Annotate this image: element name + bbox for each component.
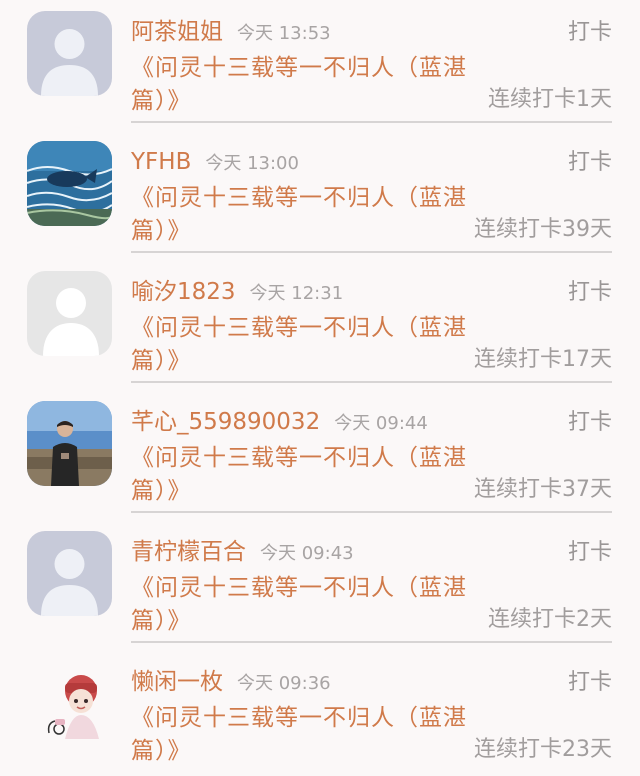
divider (131, 381, 612, 383)
user-name[interactable]: 青柠檬百合 今天 09:43 (131, 536, 354, 570)
streak-count: 连续打卡23天 (474, 737, 612, 762)
checkin-label: 打卡 (567, 20, 612, 45)
checkin-label: 打卡 (567, 540, 612, 565)
post-time: 今天 12:31 (249, 283, 344, 304)
user-name-text[interactable]: YFHB (131, 149, 191, 175)
divider (131, 121, 612, 123)
streak-count: 连续打卡1天 (488, 87, 612, 112)
feed-item[interactable]: 青柠檬百合 今天 09:43 打卡 《问灵十三载等一不归人（蓝湛篇）》 连续打卡2… (0, 520, 640, 650)
checkin-label: 打卡 (567, 280, 612, 305)
checkin-content[interactable]: 《问灵十三载等一不归人（蓝湛篇）》 (131, 442, 471, 508)
streak-count: 连续打卡2天 (488, 607, 612, 632)
default-avatar-icon[interactable] (27, 531, 112, 616)
default-avatar-icon[interactable] (27, 11, 112, 96)
checkin-content[interactable]: 《问灵十三载等一不归人（蓝湛篇）》 (131, 52, 471, 118)
silhouette-avatar-icon[interactable] (27, 271, 112, 356)
user-name[interactable]: YFHB 今天 13:00 (131, 146, 299, 180)
checkin-content[interactable]: 《问灵十三载等一不归人（蓝湛篇）》 (131, 702, 471, 768)
checkin-content[interactable]: 《问灵十三载等一不归人（蓝湛篇）》 (131, 572, 471, 638)
photo-avatar[interactable] (27, 401, 112, 486)
checkin-label: 打卡 (567, 670, 612, 695)
feed-item[interactable]: 阿茶姐姐 今天 13:53 打卡 《问灵十三载等一不归人（蓝湛篇）》 连续打卡1天 (0, 0, 640, 130)
user-name[interactable]: 芊心_559890032 今天 09:44 (131, 406, 428, 440)
post-time: 今天 13:53 (237, 23, 331, 44)
post-time: 今天 13:00 (205, 153, 299, 174)
feed-item[interactable]: 芊心_559890032 今天 09:44 打卡 《问灵十三载等一不归人（蓝湛篇）… (0, 390, 640, 520)
user-name-text[interactable]: 阿茶姐姐 (131, 19, 223, 45)
post-time: 今天 09:36 (237, 673, 331, 694)
streak-count: 连续打卡17天 (474, 347, 612, 372)
user-name-text[interactable]: 青柠檬百合 (131, 539, 246, 565)
cartoon-avatar[interactable] (27, 661, 112, 746)
post-time: 今天 09:43 (260, 543, 354, 564)
user-name[interactable]: 阿茶姐姐 今天 13:53 (131, 16, 331, 50)
feed-item[interactable]: 喻汐1823 今天 12:31 打卡 《问灵十三载等一不归人（蓝湛篇）》 连续打卡… (0, 260, 640, 390)
checkin-content[interactable]: 《问灵十三载等一不归人（蓝湛篇）》 (131, 312, 471, 378)
divider (131, 641, 612, 643)
divider (131, 251, 612, 253)
user-name-text[interactable]: 喻汐1823 (131, 279, 236, 305)
whale-painting-avatar[interactable] (27, 141, 112, 226)
feed-item[interactable]: 懒闲一枚 今天 09:36 打卡 《问灵十三载等一不归人（蓝湛篇）》 连续打卡23… (0, 650, 640, 776)
streak-count: 连续打卡37天 (474, 477, 612, 502)
user-name-text[interactable]: 懒闲一枚 (131, 669, 223, 695)
user-name[interactable]: 喻汐1823 今天 12:31 (131, 276, 343, 310)
checkin-feed: 阿茶姐姐 今天 13:53 打卡 《问灵十三载等一不归人（蓝湛篇）》 连续打卡1天… (0, 0, 640, 776)
checkin-content[interactable]: 《问灵十三载等一不归人（蓝湛篇）》 (131, 182, 471, 248)
streak-count: 连续打卡39天 (474, 217, 612, 242)
feed-item[interactable]: YFHB 今天 13:00 打卡 《问灵十三载等一不归人（蓝湛篇）》 连续打卡39… (0, 130, 640, 260)
user-name-text[interactable]: 芊心_559890032 (131, 409, 320, 435)
checkin-label: 打卡 (567, 410, 612, 435)
checkin-label: 打卡 (567, 150, 612, 175)
post-time: 今天 09:44 (334, 413, 428, 434)
user-name[interactable]: 懒闲一枚 今天 09:36 (131, 666, 331, 700)
divider (131, 511, 612, 513)
